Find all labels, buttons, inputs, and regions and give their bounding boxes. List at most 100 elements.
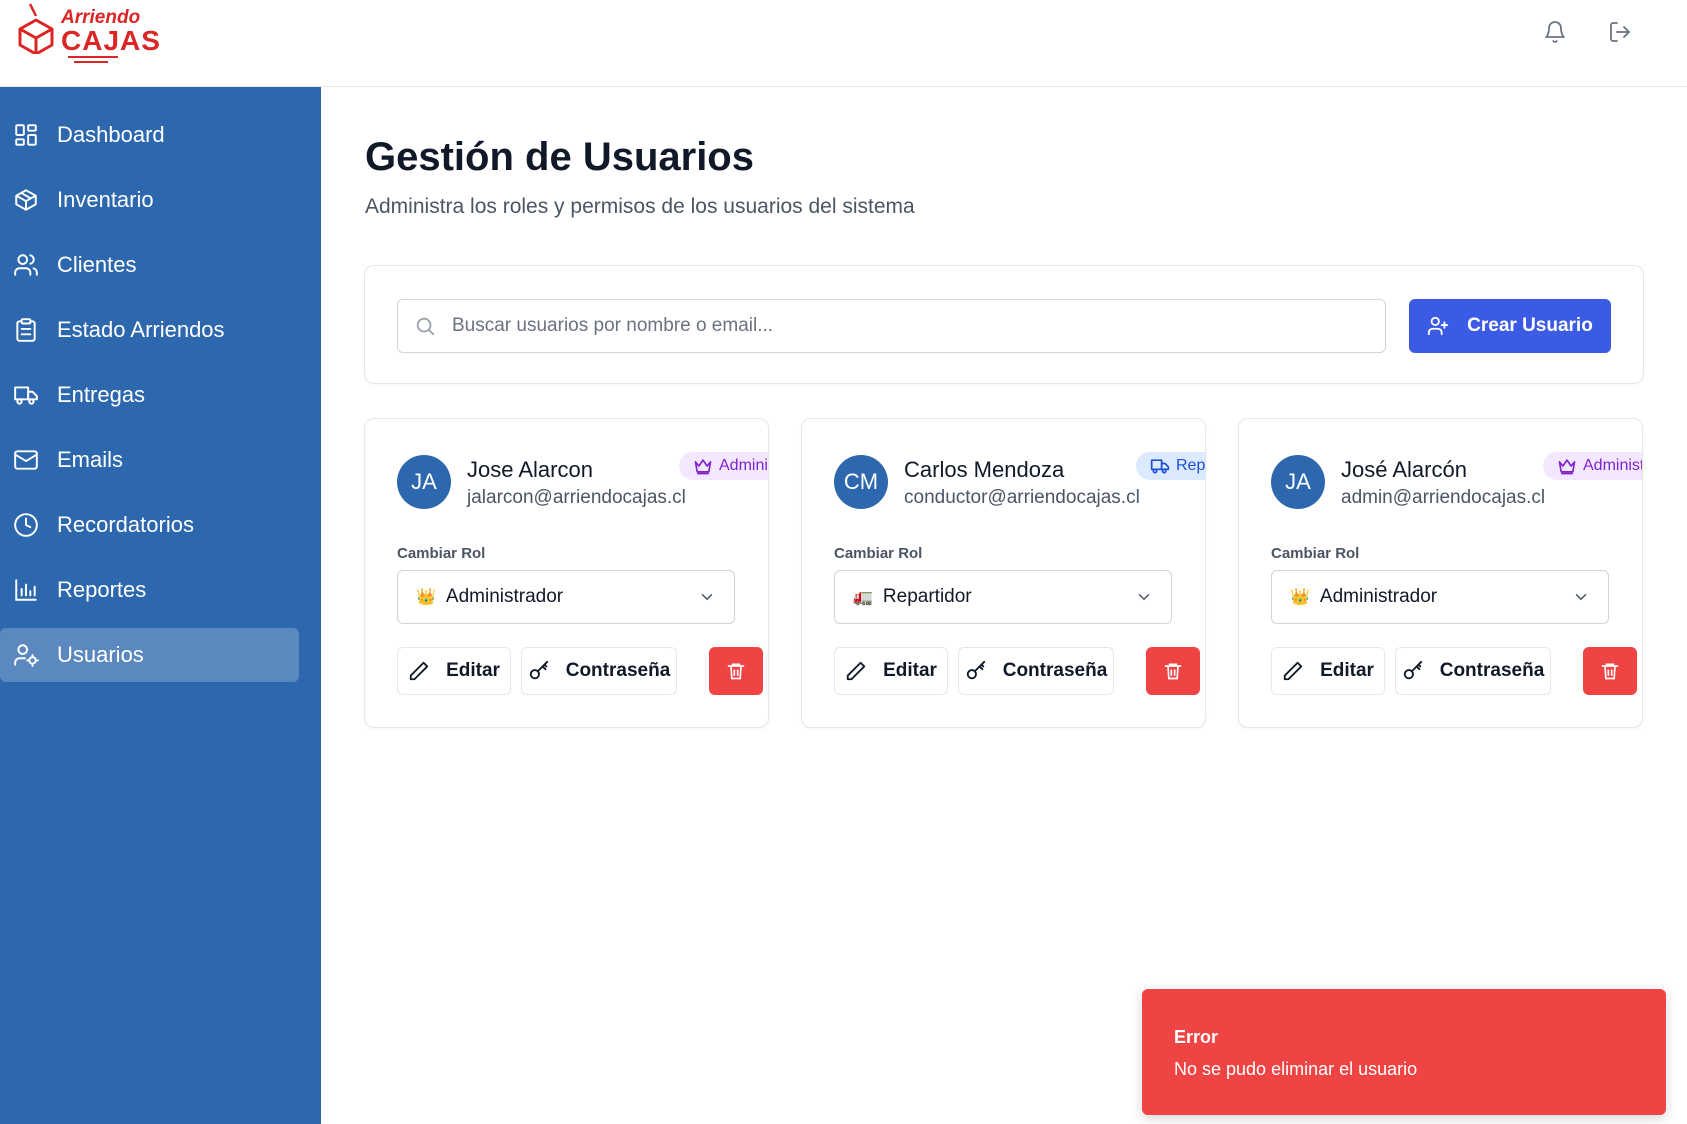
logo-underline-icon <box>68 56 118 63</box>
trash-icon <box>727 663 745 680</box>
password-label: Contraseña <box>1439 660 1545 681</box>
sidebar-item-label: Recordatorios <box>57 512 194 537</box>
pencil-icon <box>409 661 429 681</box>
edit-button[interactable]: Editar <box>1271 647 1385 695</box>
sidebar-item-label: Estado Arriendos <box>57 317 225 342</box>
sidebar: Dashboard Inventario Clientes Estado Arr… <box>0 87 321 1124</box>
password-button[interactable]: Contraseña <box>958 647 1114 695</box>
chevron-down-icon <box>1138 594 1150 601</box>
sidebar-item-label: Inventario <box>57 187 154 212</box>
role-select[interactable]: 🚛 Repartidor <box>834 570 1172 624</box>
role-badge-label: Administrador <box>1583 457 1642 474</box>
change-role-label: Cambiar Rol <box>1271 545 1360 562</box>
edit-label: Editar <box>446 660 500 681</box>
role-select[interactable]: 👑 Administrador <box>397 570 735 624</box>
edit-button[interactable]: Editar <box>834 647 948 695</box>
delete-button[interactable] <box>1146 647 1200 695</box>
search-panel: Crear Usuario <box>364 265 1644 384</box>
truck-icon <box>14 386 38 405</box>
bar-chart-icon <box>15 579 37 601</box>
role-select[interactable]: 👑 Administrador <box>1271 570 1609 624</box>
edit-button[interactable]: Editar <box>397 647 511 695</box>
password-label: Contraseña <box>1002 660 1108 681</box>
search-icon <box>416 317 435 336</box>
password-button[interactable]: Contraseña <box>521 647 677 695</box>
create-user-label: Crear Usuario <box>1467 315 1593 336</box>
change-role-label: Cambiar Rol <box>397 545 486 562</box>
sidebar-item-label: Dashboard <box>57 122 165 147</box>
user-name: Carlos Mendoza <box>904 457 1065 482</box>
user-name: José Alarcón <box>1341 457 1467 482</box>
search-box[interactable] <box>397 299 1386 353</box>
trash-icon <box>1601 663 1619 680</box>
user-name: Jose Alarcon <box>467 457 593 482</box>
toast-title: Error <box>1174 1027 1219 1047</box>
pencil-icon <box>846 661 866 681</box>
role-select-value: Administrador <box>1319 586 1438 607</box>
truck-icon <box>1150 459 1170 474</box>
sidebar-item-estado-arriendos[interactable]: Estado Arriendos <box>0 303 299 357</box>
change-role-label: Cambiar Rol <box>834 545 923 562</box>
bell-icon[interactable] <box>1543 20 1567 44</box>
sidebar-item-label: Clientes <box>57 252 137 277</box>
crown-icon <box>694 459 712 475</box>
sidebar-item-reportes[interactable]: Reportes <box>0 563 299 617</box>
main-content: Gestión de Usuarios Administra los roles… <box>321 87 1687 1124</box>
role-select-value: Repartidor <box>882 586 972 607</box>
error-toast[interactable]: Error No se pudo eliminar el usuario <box>1142 989 1666 1115</box>
sidebar-item-entregas[interactable]: Entregas <box>0 368 299 422</box>
sidebar-item-inventario[interactable]: Inventario <box>0 173 299 227</box>
page-title: Gestión de Usuarios <box>365 135 754 179</box>
role-badge-label: Administrador <box>719 457 768 474</box>
sidebar-item-label: Entregas <box>57 382 146 407</box>
top-bar: Arriendo CAJAS <box>0 0 1687 87</box>
sidebar-item-dashboard[interactable]: Dashboard <box>0 108 299 162</box>
create-user-button[interactable]: Crear Usuario <box>1409 299 1611 353</box>
mail-icon <box>14 450 38 470</box>
brand-line2: CAJAS <box>61 25 161 56</box>
avatar: CM <box>834 455 888 509</box>
delete-button[interactable] <box>709 647 763 695</box>
clock-icon <box>14 513 38 537</box>
key-icon <box>529 660 548 680</box>
edit-label: Editar <box>1320 660 1374 681</box>
avatar: JA <box>1271 455 1325 509</box>
crown-emoji-icon: 👑 <box>416 589 436 606</box>
logout-icon[interactable] <box>1608 20 1632 44</box>
user-email: admin@arriendocajas.cl <box>1341 487 1546 508</box>
pencil-icon <box>1283 661 1303 681</box>
sidebar-item-recordatorios[interactable]: Recordatorios <box>0 498 299 552</box>
user-card: JA José Alarcón admin@arriendocajas.cl A… <box>1238 418 1643 728</box>
key-icon <box>1403 660 1422 680</box>
sidebar-item-clientes[interactable]: Clientes <box>0 238 299 292</box>
user-email: jalarcon@arriendocajas.cl <box>467 487 686 508</box>
users-icon <box>14 254 38 276</box>
sidebar-item-emails[interactable]: Emails <box>0 433 299 487</box>
user-email: conductor@arriendocajas.cl <box>904 487 1140 508</box>
box-icon <box>15 189 37 211</box>
password-label: Contraseña <box>565 660 671 681</box>
key-icon <box>966 660 985 680</box>
truck-emoji-icon: 🚛 <box>853 589 873 606</box>
brand-logo[interactable]: Arriendo CAJAS <box>16 2 160 66</box>
dashboard-icon <box>15 124 37 146</box>
delete-button[interactable] <box>1583 647 1637 695</box>
user-card: JA Jose Alarcon jalarcon@arriendocajas.c… <box>364 418 769 728</box>
chevron-down-icon <box>1575 594 1587 601</box>
password-button[interactable]: Contraseña <box>1395 647 1551 695</box>
toast-message: No se pudo eliminar el usuario <box>1174 1059 1418 1079</box>
search-input[interactable] <box>452 315 1352 337</box>
role-badge-label: Repartidor <box>1176 457 1206 474</box>
edit-label: Editar <box>883 660 937 681</box>
user-cog-icon <box>14 644 39 667</box>
sidebar-item-label: Usuarios <box>57 642 144 667</box>
role-select-value: Administrador <box>445 586 564 607</box>
role-badge: Administrador <box>679 452 768 480</box>
sidebar-item-label: Reportes <box>57 577 147 602</box>
sidebar-item-usuarios[interactable]: Usuarios <box>0 628 299 682</box>
user-card: CM Carlos Mendoza conductor@arriendocaja… <box>801 418 1206 728</box>
role-badge: Administrador <box>1543 452 1642 480</box>
page-subtitle: Administra los roles y permisos de los u… <box>365 195 915 218</box>
chevron-down-icon <box>701 594 713 601</box>
role-badge: Repartidor <box>1136 452 1206 480</box>
